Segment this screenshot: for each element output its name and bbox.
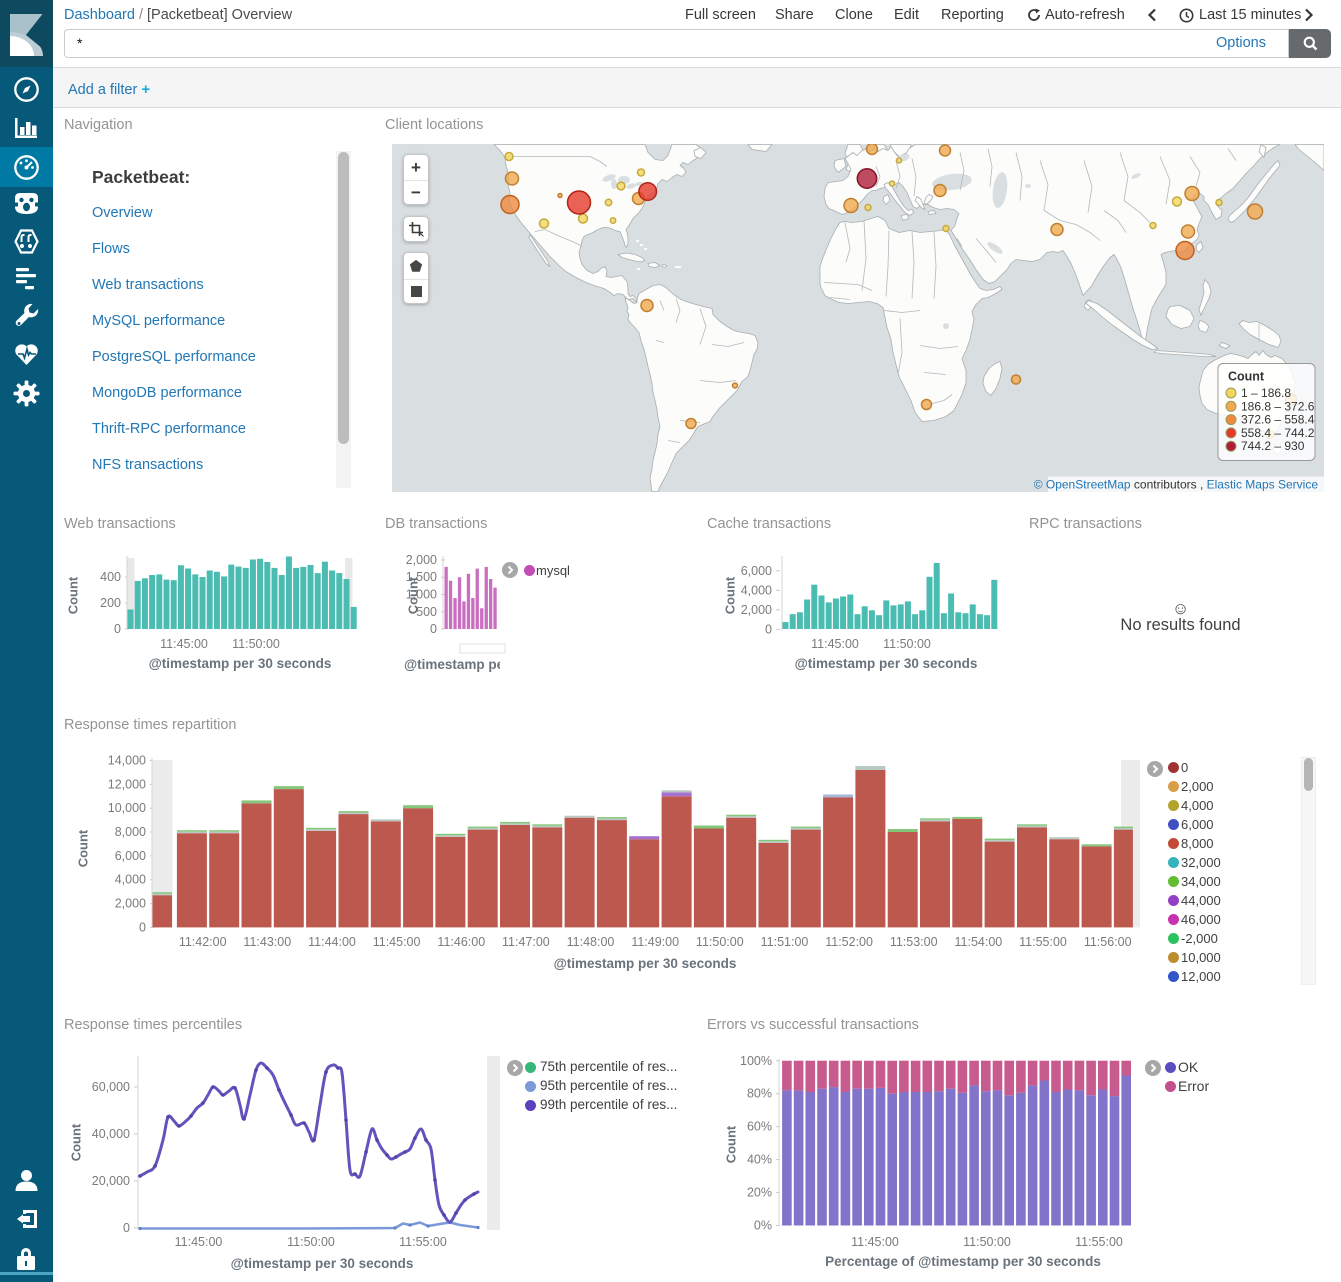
svg-text:10,000: 10,000 bbox=[108, 801, 146, 815]
svg-text:11:47:00: 11:47:00 bbox=[502, 935, 550, 949]
svg-text:4,000: 4,000 bbox=[115, 873, 146, 887]
svg-text:11:56:00: 11:56:00 bbox=[1084, 935, 1132, 949]
svg-text:0: 0 bbox=[139, 920, 146, 934]
svg-text:11:50:00: 11:50:00 bbox=[883, 637, 931, 651]
svg-text:80%: 80% bbox=[747, 1087, 772, 1101]
svg-text:11:43:00: 11:43:00 bbox=[243, 935, 291, 949]
svg-text:1 – 186.8: 1 – 186.8 bbox=[1241, 386, 1291, 400]
svg-text:40,000: 40,000 bbox=[92, 1127, 130, 1141]
svg-text:372.6 – 558.4: 372.6 – 558.4 bbox=[1241, 412, 1315, 426]
svg-text:14,000: 14,000 bbox=[108, 754, 146, 768]
svg-text:11:45:00: 11:45:00 bbox=[851, 1235, 899, 1249]
svg-text:11:50:00: 11:50:00 bbox=[696, 935, 744, 949]
svg-text:11:49:00: 11:49:00 bbox=[631, 935, 679, 949]
svg-text:2,000: 2,000 bbox=[741, 603, 772, 617]
svg-text:11:52:00: 11:52:00 bbox=[825, 935, 873, 949]
svg-text:8,000: 8,000 bbox=[115, 825, 146, 839]
svg-text:186.8 – 372.6: 186.8 – 372.6 bbox=[1241, 399, 1315, 413]
svg-text:11:55:00: 11:55:00 bbox=[1075, 1235, 1123, 1249]
svg-text:558.4 – 744.2: 558.4 – 744.2 bbox=[1241, 425, 1315, 439]
svg-text:11:42:00: 11:42:00 bbox=[179, 935, 227, 949]
svg-text:0: 0 bbox=[765, 622, 772, 636]
svg-text:11:51:00: 11:51:00 bbox=[761, 935, 809, 949]
svg-text:4,000: 4,000 bbox=[741, 583, 772, 597]
svg-text:11:45:00: 11:45:00 bbox=[160, 637, 208, 651]
svg-text:11:45:00: 11:45:00 bbox=[373, 935, 421, 949]
svg-text:0%: 0% bbox=[754, 1219, 772, 1233]
svg-text:11:54:00: 11:54:00 bbox=[955, 935, 1003, 949]
svg-text:11:53:00: 11:53:00 bbox=[890, 935, 938, 949]
svg-text:12,000: 12,000 bbox=[108, 777, 146, 791]
svg-text:Count: Count bbox=[1228, 369, 1265, 383]
svg-text:11:50:00: 11:50:00 bbox=[287, 1235, 335, 1249]
svg-text:0: 0 bbox=[114, 622, 121, 636]
svg-text:11:50:00: 11:50:00 bbox=[963, 1235, 1011, 1249]
svg-text:11:46:00: 11:46:00 bbox=[437, 935, 485, 949]
svg-text:2,000: 2,000 bbox=[115, 897, 146, 911]
svg-text:20,000: 20,000 bbox=[92, 1174, 130, 1188]
svg-text:200: 200 bbox=[100, 596, 121, 610]
svg-text:40%: 40% bbox=[747, 1153, 772, 1167]
svg-text:400: 400 bbox=[100, 570, 121, 584]
svg-text:6,000: 6,000 bbox=[741, 564, 772, 578]
svg-text:11:45:00: 11:45:00 bbox=[175, 1235, 223, 1249]
svg-text:0: 0 bbox=[123, 1221, 130, 1235]
svg-text:© OpenStreetMap contributors ,: © OpenStreetMap contributors , Elastic M… bbox=[1034, 477, 1319, 491]
svg-text:20%: 20% bbox=[747, 1186, 772, 1200]
svg-text:100%: 100% bbox=[740, 1054, 772, 1068]
svg-text:11:48:00: 11:48:00 bbox=[567, 935, 615, 949]
svg-text:11:55:00: 11:55:00 bbox=[399, 1235, 447, 1249]
svg-text:6,000: 6,000 bbox=[115, 849, 146, 863]
svg-text:11:55:00: 11:55:00 bbox=[1019, 935, 1067, 949]
svg-text:744.2 – 930: 744.2 – 930 bbox=[1241, 439, 1305, 453]
svg-text:60%: 60% bbox=[747, 1120, 772, 1134]
svg-text:11:50:00: 11:50:00 bbox=[232, 637, 280, 651]
svg-text:11:44:00: 11:44:00 bbox=[308, 935, 356, 949]
svg-text:0: 0 bbox=[430, 622, 437, 636]
svg-text:60,000: 60,000 bbox=[92, 1080, 130, 1094]
svg-text:11:45:00: 11:45:00 bbox=[811, 637, 859, 651]
